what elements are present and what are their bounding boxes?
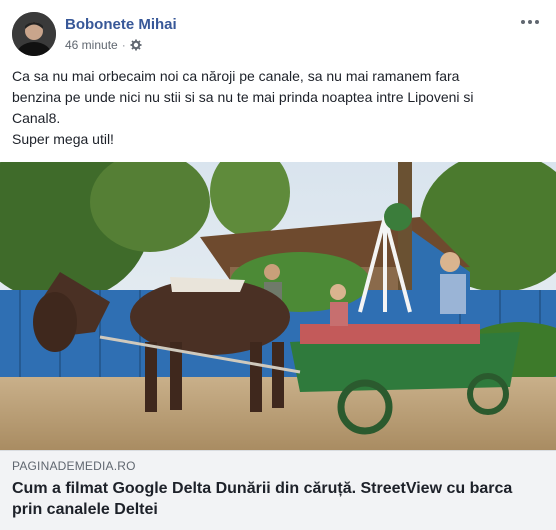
post-meta: 46 minute · <box>65 38 142 52</box>
gear-icon[interactable] <box>130 39 142 51</box>
separator-dot: · <box>121 38 126 52</box>
avatar-photo <box>12 12 56 56</box>
link-domain: PAGINADEMEDIA.RO <box>12 459 136 473</box>
horse-cart-photo <box>0 162 556 450</box>
post-text-line: Ca sa nu mai orbecaim noi ca năroji pe c… <box>12 68 460 84</box>
link-title[interactable]: Cum a filmat Google Delta Dunării din că… <box>12 478 532 520</box>
post-text-line: benzina pe unde nici nu stii si sa nu te… <box>12 89 474 105</box>
more-options-icon[interactable] <box>518 12 542 32</box>
post-text-line: Canal8. <box>12 110 61 126</box>
post-timestamp[interactable]: 46 minute <box>65 38 118 52</box>
post-text: Ca sa nu mai orbecaim noi ca năroji pe c… <box>12 66 542 150</box>
link-preview-image[interactable] <box>0 162 556 450</box>
link-preview[interactable]: PAGINADEMEDIA.RO Cum a filmat Google Del… <box>0 450 556 530</box>
post-header: Bobonete Mihai 46 minute · <box>0 0 556 62</box>
post-text-line: Super mega util! <box>12 131 114 147</box>
avatar[interactable] <box>12 12 56 56</box>
facebook-post: Bobonete Mihai 46 minute · Ca sa nu mai … <box>0 0 556 530</box>
author-name[interactable]: Bobonete Mihai <box>65 16 177 33</box>
